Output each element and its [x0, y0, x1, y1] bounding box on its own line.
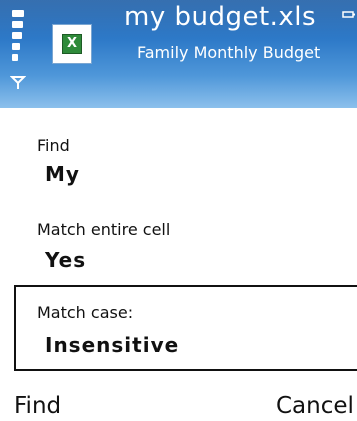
- find-label: Find: [37, 136, 70, 155]
- cancel-softkey[interactable]: Cancel: [276, 393, 354, 419]
- match-entire-cell-label: Match entire cell: [37, 220, 171, 239]
- find-input[interactable]: My: [45, 162, 80, 186]
- match-case-value[interactable]: Insensitive: [45, 333, 179, 357]
- excel-glyph: X: [62, 34, 82, 54]
- signal-strength-icon: [12, 10, 26, 70]
- match-entire-cell-value[interactable]: Yes: [45, 248, 86, 272]
- title-bar: X my budget.xls Family Monthly Budget: [0, 0, 357, 108]
- match-case-label: Match case:: [37, 303, 134, 322]
- battery-icon: [342, 11, 355, 18]
- antenna-icon: [10, 76, 26, 89]
- document-title: my budget.xls: [124, 2, 317, 32]
- find-softkey[interactable]: Find: [14, 393, 61, 419]
- match-case-field[interactable]: [14, 285, 357, 371]
- document-subtitle: Family Monthly Budget: [137, 43, 321, 62]
- excel-file-icon: X: [52, 24, 92, 64]
